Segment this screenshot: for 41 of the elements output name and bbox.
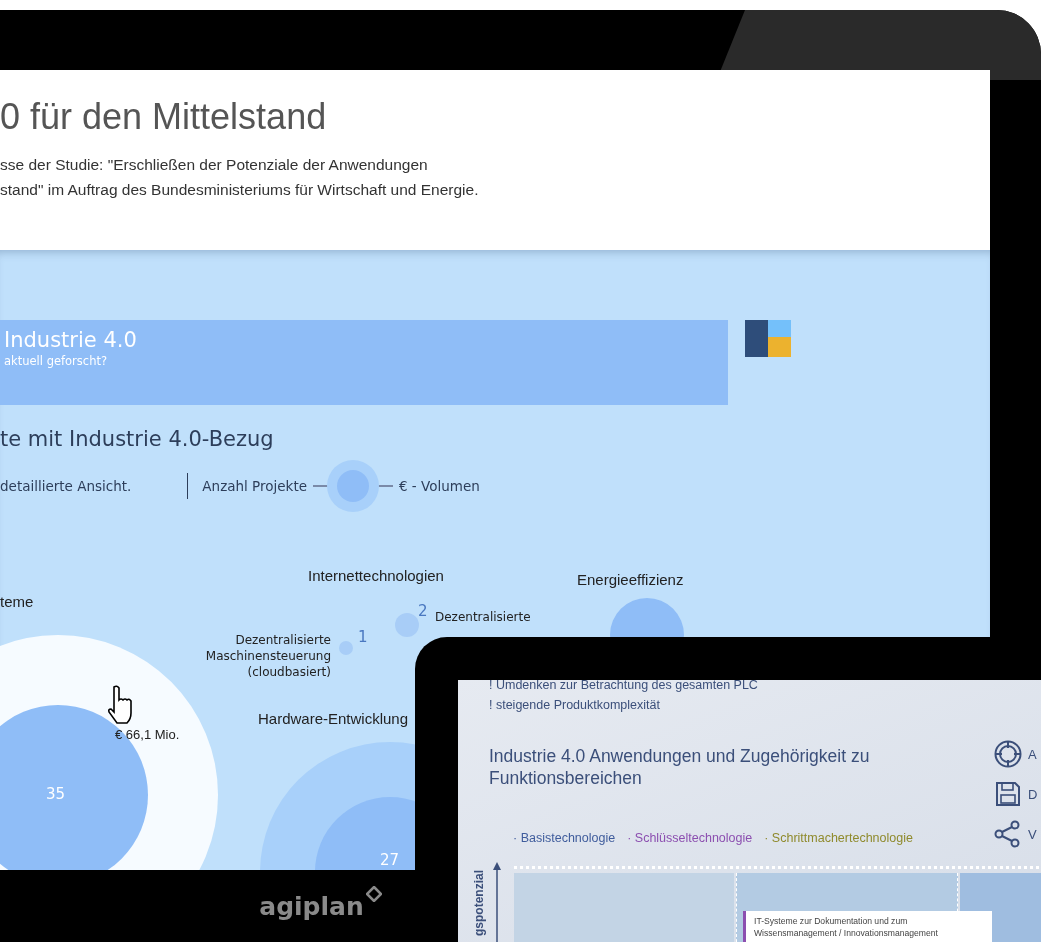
project-label: Dezentralisierte	[435, 609, 531, 625]
axis-label: gspotenzial	[472, 870, 486, 936]
save-icon[interactable]	[994, 780, 1022, 808]
target-icon[interactable]	[994, 740, 1022, 768]
category-label: Internettechnologien	[308, 567, 444, 584]
banner-subtitle: aktuell geforscht?	[4, 354, 109, 368]
hand-cursor-icon	[106, 685, 134, 725]
category-label: teme	[0, 593, 34, 610]
legend-item: · Schrittmachertechnologie	[764, 831, 913, 845]
diamond-icon	[365, 886, 382, 902]
project-label: Dezentralisierte Maschinensteuerung (cloudbasiert)	[205, 632, 331, 680]
page-title: 0 für den Mittelstand	[0, 96, 328, 138]
bullet-text: ! steigende Produktkomplexität	[489, 697, 661, 714]
project-count: 27	[380, 851, 400, 869]
note-card: IT-Systeme zur Dokumentation und zum Wissensmanagement / Innovationsmanagement	[743, 911, 992, 942]
action-label[interactable]: V	[1028, 826, 1037, 842]
bubble	[395, 613, 419, 637]
legend-item: · Schlüsseltechnologie	[627, 831, 753, 845]
category-label: Energieeffizienz	[577, 571, 684, 588]
project-count: 35	[46, 785, 66, 803]
action-label[interactable]: A	[1028, 746, 1037, 762]
action-label[interactable]: D	[1028, 786, 1038, 802]
hint-text: detaillierte Ansicht.	[0, 478, 132, 494]
subtitle-line: sse der Studie: "Erschließen der Potenziale der Anwendungen	[0, 155, 429, 175]
legend-label: Anzahl Projekte	[202, 478, 307, 494]
bubble-legend-icon	[313, 459, 393, 513]
project-count: 2	[418, 602, 428, 620]
chart-heading: te mit Industrie 4.0-Bezug	[0, 427, 275, 451]
volume-label: € 66,1 Mio.	[115, 727, 180, 742]
share-icon[interactable]	[994, 820, 1022, 848]
bubble	[339, 641, 353, 655]
project-count: 1	[358, 628, 368, 646]
brand-logo: agiplan	[259, 891, 364, 921]
legend-item: · Basistechnologie	[513, 831, 616, 845]
squares-logo-icon	[745, 320, 791, 357]
banner-title: Industrie 4.0	[4, 328, 138, 352]
category-label: Hardware-Entwicklung	[258, 710, 409, 727]
subtitle-line: stand" im Auftrag des Bundesministeriums für Wirtschaft und Energie.	[0, 180, 480, 200]
bullet-text: ! Umdenken zur Betrachtung des gesamten PLC	[489, 680, 759, 694]
chart-title: Industrie 4.0 Anwendungen und Zugehörigkeit zu Funktionsbereichen	[489, 745, 871, 789]
legend-label: € - Volumen	[399, 478, 480, 494]
